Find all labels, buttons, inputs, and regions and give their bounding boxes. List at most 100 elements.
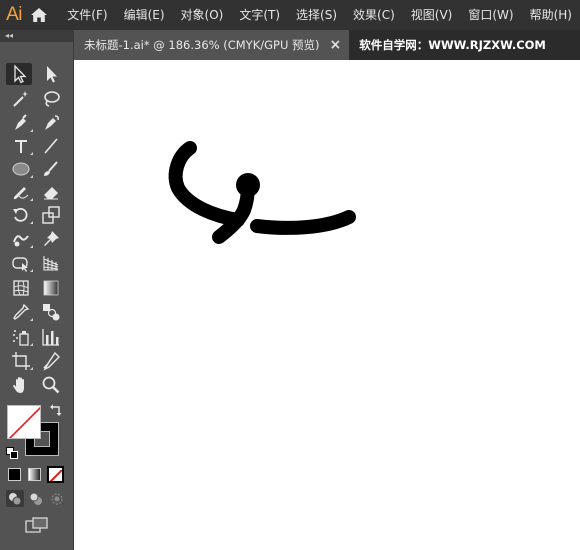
zoom-magnifier-icon [42,376,60,394]
ellipse-tool[interactable] [8,158,34,180]
rotate-tool[interactable] [8,204,34,226]
eraser-icon [44,187,58,200]
home-icon [31,8,48,22]
blend-icon [43,304,60,321]
menu-window[interactable]: 窗口(W) [460,0,521,30]
draw-behind-button[interactable] [27,490,45,507]
shaper-pencil-icon [13,187,29,200]
column-graph-icon [42,329,59,346]
home-button[interactable] [28,0,50,30]
direct-selection-tool[interactable] [38,63,64,85]
pen-tool[interactable] [8,112,34,134]
pushpin-icon [44,231,59,246]
menu-help[interactable]: 帮助(H) [522,0,580,30]
screen-mode-icon [25,517,48,533]
gradient-mode-button[interactable] [28,468,41,481]
rotate-icon [13,207,28,222]
menu-edit[interactable]: 编辑(E) [116,0,173,30]
slice-tool[interactable] [38,350,64,372]
default-fill-stroke-button[interactable] [6,444,18,459]
artwork [168,141,356,244]
mesh-icon [13,280,29,296]
menu-object[interactable]: 对象(O) [173,0,232,30]
fill-swatch[interactable] [7,405,41,439]
eraser-tool[interactable] [38,181,64,203]
magic-wand-icon [13,91,28,107]
warp-tool[interactable] [8,228,34,250]
app-logo: Ai [6,4,23,25]
selection-arrow-icon [14,64,27,84]
tab-document[interactable]: 未标题-1.ai* @ 186.36% (CMYK/GPU 预览) × [74,30,350,60]
scale-icon [42,206,60,224]
draw-inside-icon [51,492,63,505]
curvature-pen-icon [45,115,59,130]
default-colors-icon [6,447,18,459]
perspective-grid-icon [43,256,59,271]
puppet-warp-tool[interactable] [38,228,64,250]
symbol-sprayer-tool[interactable] [8,326,34,348]
line-tool[interactable] [38,135,64,157]
stroke-dot [236,173,260,197]
symbol-sprayer-icon [13,330,29,346]
gradient-tool[interactable] [38,277,64,299]
artboard-tool[interactable] [8,350,34,372]
line-segment-icon [44,138,58,154]
scale-tool[interactable] [38,204,64,226]
perspective-grid-tool[interactable] [38,252,64,274]
none-swatch-icon [49,469,62,481]
eyedropper-icon [13,303,30,320]
menu-view[interactable]: 视图(V) [403,0,461,30]
stroke-path-left [168,141,245,227]
paintbrush-tool[interactable] [38,158,64,180]
shaper-tool[interactable] [8,181,34,203]
document-tab-bar: 未标题-1.ai* @ 186.36% (CMYK/GPU 预览) × 软件自学… [74,30,580,60]
hand-tool[interactable] [8,374,34,396]
draw-inside-button[interactable] [48,490,66,507]
type-tool[interactable] [8,135,34,157]
draw-behind-icon [29,492,42,505]
slice-knife-icon [43,351,60,371]
tab-website[interactable]: 软件自学网：WWW.RJZXW.COM [349,30,580,60]
blend-tool[interactable] [38,301,64,323]
direct-selection-arrow-icon [47,66,57,83]
hand-icon [13,377,24,393]
menu-bar: Ai 文件(F) 编辑(E) 对象(O) 文字(T) 选择(S) 效果(C) 视… [0,0,580,30]
selection-tool[interactable] [6,63,32,85]
none-mode-button[interactable] [47,466,64,483]
none-swatch-icon [8,406,40,438]
lasso-icon [44,91,60,107]
eyedropper-tool[interactable] [8,301,34,323]
panel-collapse-icon[interactable]: ◂◂ [0,30,73,42]
artboard-icon [12,352,30,370]
swap-fill-stroke-button[interactable] [49,403,63,417]
gradient-icon [43,280,59,296]
color-mode-button[interactable] [8,468,21,481]
menu-select[interactable]: 选择(S) [288,0,345,30]
tools-panel: ◂◂ [0,30,74,550]
warp-icon [13,235,29,247]
close-icon[interactable]: × [330,37,342,53]
column-graph-tool[interactable] [38,326,64,348]
menu-type[interactable]: 文字(T) [231,0,288,30]
magic-wand-tool[interactable] [8,88,34,110]
swap-arrow-icon [50,404,62,416]
paintbrush-icon [44,161,58,176]
curvature-tool[interactable] [38,112,64,134]
free-transform-tool[interactable] [8,252,34,274]
ellipse-icon [12,162,30,176]
screen-mode-button[interactable] [24,516,50,534]
illustrator-window: Ai 文件(F) 编辑(E) 对象(O) 文字(T) 选择(S) 效果(C) 视… [0,0,580,550]
stroke-path-right [250,210,356,235]
pen-icon [15,114,27,130]
artboard-canvas[interactable] [74,60,580,550]
menu-file[interactable]: 文件(F) [59,0,115,30]
draw-normal-button[interactable] [6,490,24,507]
draw-normal-icon [9,492,22,505]
tab-document-label: 未标题-1.ai* @ 186.36% (CMYK/GPU 预览) [84,38,320,52]
zoom-tool[interactable] [38,374,64,396]
menu-effect[interactable]: 效果(C) [345,0,403,30]
mesh-tool[interactable] [8,277,34,299]
lasso-tool[interactable] [38,88,64,110]
free-transform-icon [12,257,28,272]
tab-website-label: 软件自学网：WWW.RJZXW.COM [359,38,546,52]
